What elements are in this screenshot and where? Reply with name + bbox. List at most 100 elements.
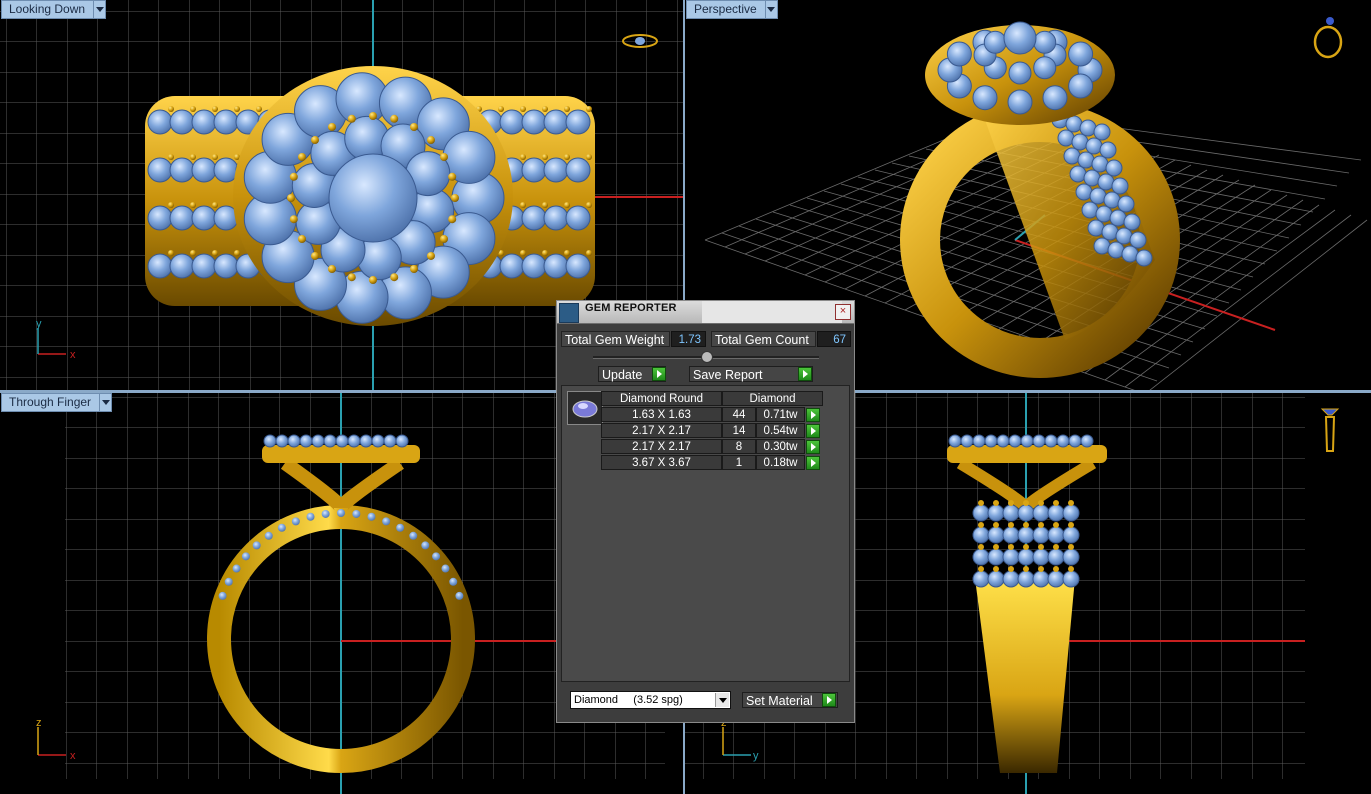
gem-mesh xyxy=(1068,522,1074,528)
gem-mesh xyxy=(978,522,984,528)
gem-mesh xyxy=(1000,452,1006,458)
gem-mesh xyxy=(191,205,217,231)
update-label: Update xyxy=(602,368,643,382)
gem-mesh xyxy=(1008,434,1022,448)
gem-mesh xyxy=(306,512,315,521)
gem-mesh xyxy=(327,452,333,458)
gem-mesh xyxy=(1123,213,1141,231)
viewport-label-perspective[interactable]: Perspective xyxy=(686,0,778,19)
gem-row-go-icon[interactable] xyxy=(806,424,820,438)
gem-mesh xyxy=(1117,195,1135,213)
gem-mesh xyxy=(1097,173,1115,191)
gem-mesh xyxy=(1091,155,1109,173)
gem-mesh xyxy=(1077,151,1095,169)
gem-mesh xyxy=(1099,141,1117,159)
update-go-icon[interactable] xyxy=(652,367,666,381)
gem-mesh xyxy=(521,109,547,135)
gem-mesh xyxy=(432,552,441,561)
gem-mesh xyxy=(351,452,357,458)
gem-mesh xyxy=(993,544,999,550)
gem-mesh xyxy=(168,154,174,160)
gem-mesh xyxy=(543,157,569,183)
gem-mesh xyxy=(311,434,325,448)
gem-mesh xyxy=(212,154,218,160)
close-icon[interactable]: × xyxy=(835,304,851,320)
material-select[interactable]: Diamond (3.52 spg) xyxy=(570,691,731,709)
gem-row-go-icon[interactable] xyxy=(806,440,820,454)
gem-reporter-dialog: GEM REPORTER × Total Gem Weight 1.73 Tot… xyxy=(556,300,855,723)
gem-mesh xyxy=(263,434,277,448)
gem-mesh xyxy=(190,250,196,256)
viewport-label-looking-down[interactable]: Looking Down xyxy=(1,0,107,19)
gem-mesh xyxy=(1072,452,1078,458)
viewport-dropdown-arrow-icon[interactable] xyxy=(100,393,113,412)
gem-mesh xyxy=(1075,183,1093,201)
gem-mesh xyxy=(1111,177,1129,195)
gem-mesh xyxy=(1002,570,1020,588)
ring-orientation-icon xyxy=(1313,17,1343,59)
gem-mesh xyxy=(987,526,1005,544)
gem-mesh xyxy=(426,251,435,260)
gem-mesh xyxy=(565,253,591,279)
save-report-button[interactable]: Save Report xyxy=(689,366,813,382)
gem-mesh xyxy=(978,566,984,572)
gem-list-pane: Diamond Round Diamond 1.63 X 1.63 44 0.71t… xyxy=(561,385,850,682)
gem-mesh xyxy=(988,452,994,458)
chevron-down-icon[interactable] xyxy=(715,693,729,707)
gem-mesh xyxy=(586,250,592,256)
set-material-go-icon[interactable] xyxy=(822,693,836,707)
gem-mesh xyxy=(1033,56,1057,80)
gem-mesh xyxy=(960,434,974,448)
gem-mesh xyxy=(291,452,297,458)
gem-mesh xyxy=(987,504,1005,522)
gem-mesh xyxy=(190,154,196,160)
gem-mesh xyxy=(1007,89,1033,115)
gem-mesh xyxy=(996,434,1010,448)
gem-mesh xyxy=(1068,73,1094,99)
gem-mesh xyxy=(1115,227,1133,245)
slider-handle[interactable] xyxy=(701,351,713,363)
gem-mesh xyxy=(543,253,569,279)
gem-mesh xyxy=(978,500,984,506)
gem-mesh xyxy=(983,30,1007,54)
gem-mesh xyxy=(335,434,349,448)
gem-mesh xyxy=(586,154,592,160)
gem-mesh xyxy=(1129,231,1147,249)
gem-mesh xyxy=(1017,570,1035,588)
gem-mesh xyxy=(363,452,369,458)
gem-mesh xyxy=(168,106,174,112)
total-gem-weight-value: 1.73 xyxy=(671,331,706,347)
gem-mesh xyxy=(169,109,195,135)
gem-mesh xyxy=(299,434,313,448)
axis-label-h: x xyxy=(70,349,76,361)
gem-mesh xyxy=(543,205,569,231)
gem-mesh xyxy=(426,136,435,145)
viewport-label-through-finger[interactable]: Through Finger xyxy=(1,393,113,412)
gem-mesh xyxy=(1008,544,1014,550)
gem-mesh xyxy=(948,434,962,448)
save-report-go-icon[interactable] xyxy=(798,367,812,381)
gem-mesh xyxy=(234,250,240,256)
gem-mesh xyxy=(521,157,547,183)
gem-mesh xyxy=(520,106,526,112)
app-icon xyxy=(559,303,579,323)
gem-mesh xyxy=(972,504,990,522)
gem-row-go-icon[interactable] xyxy=(806,456,820,470)
diamond-round-icon[interactable] xyxy=(567,391,603,425)
viewport-dropdown-arrow-icon[interactable] xyxy=(765,0,778,19)
gem-mesh xyxy=(347,114,356,123)
gem-mesh xyxy=(1121,245,1139,263)
gem-mesh xyxy=(147,109,173,135)
gem-mesh xyxy=(1063,147,1081,165)
gem-mesh xyxy=(277,523,286,532)
gem-row-go-icon[interactable] xyxy=(806,408,820,422)
dialog-titlebar[interactable]: GEM REPORTER × xyxy=(557,301,854,324)
total-gem-count-label: Total Gem Count xyxy=(711,331,816,347)
gem-mesh xyxy=(168,202,174,208)
gem-mesh xyxy=(315,452,321,458)
axis-label-v: y xyxy=(36,318,42,330)
viewport-dropdown-arrow-icon[interactable] xyxy=(94,0,107,19)
gem-mesh xyxy=(1083,169,1101,187)
gem-mesh xyxy=(323,434,337,448)
column-header-shape: Diamond Round xyxy=(601,391,722,406)
